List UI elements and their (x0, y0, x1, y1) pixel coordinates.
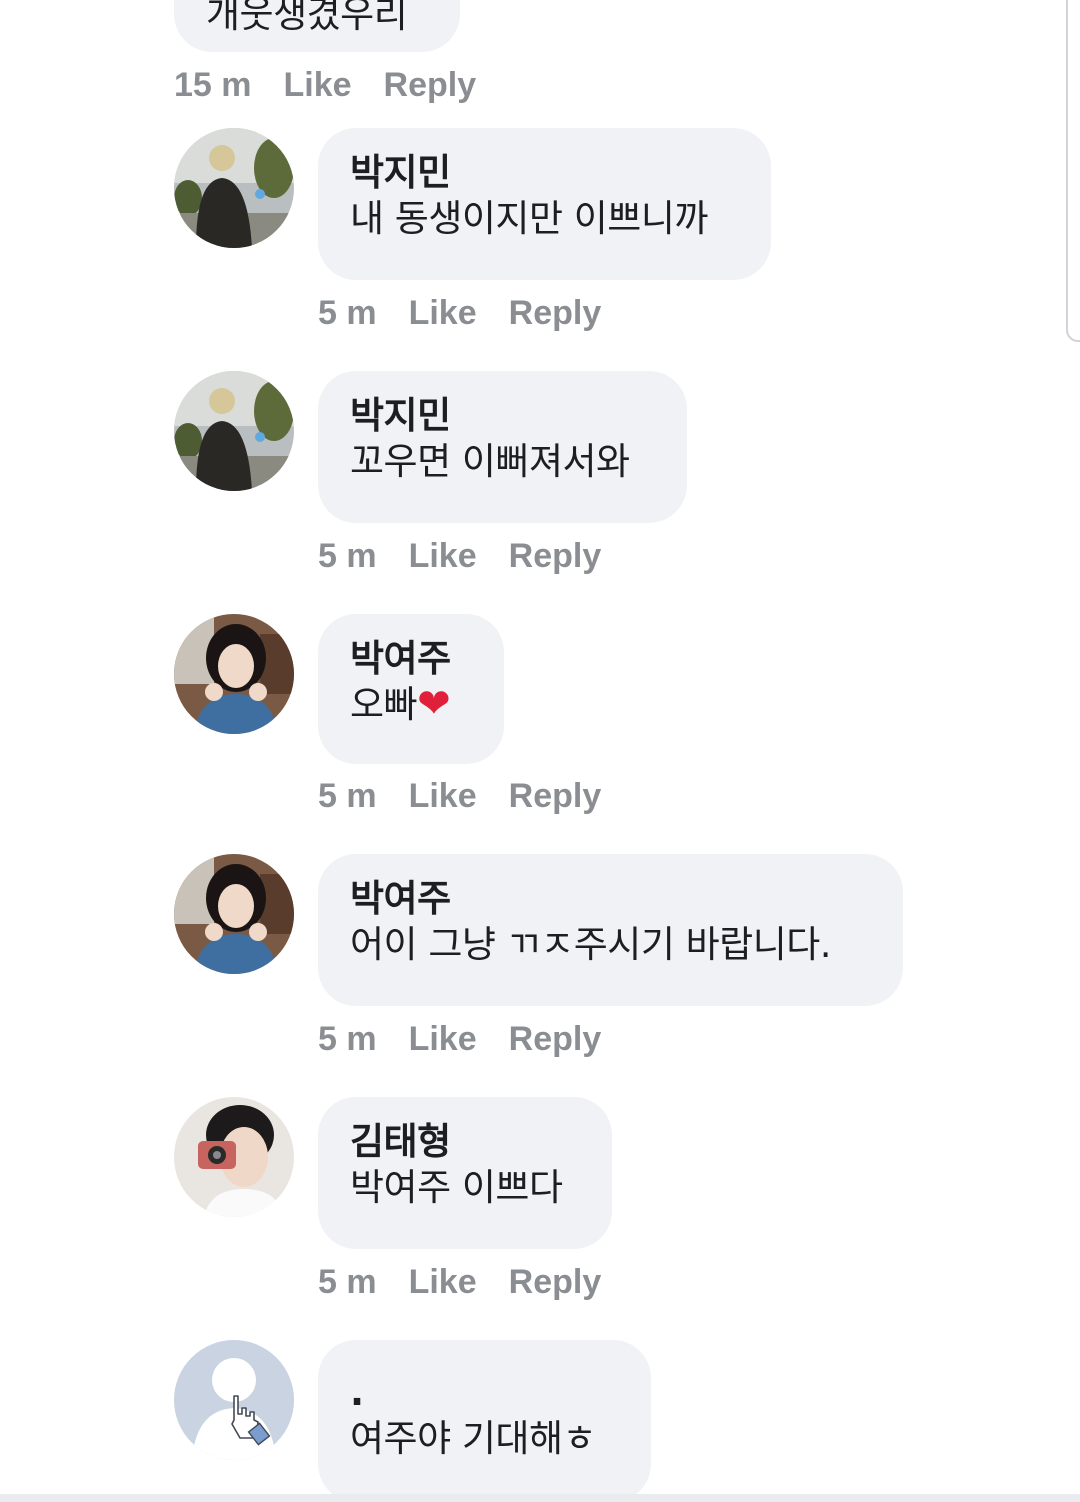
comment-bubble-top: 개웃생겼우리 (174, 0, 460, 52)
comment-time: 5 m (318, 777, 377, 815)
reply-link[interactable]: Reply (509, 777, 602, 816)
like-link[interactable]: Like (409, 537, 477, 576)
comment-bubble: 박지민 꼬우면 이뻐져서와 (318, 371, 687, 523)
comment-bubble: 박지민 내 동생이지만 이쁘니까 (318, 128, 771, 280)
heart-emoji-icon: ❤ (417, 681, 451, 727)
comment-actions: 5 m Like Reply (318, 1020, 601, 1059)
taehyung-avatar[interactable] (174, 1097, 294, 1217)
comment-bubble: 김태형 박여주 이쁘다 (318, 1097, 612, 1249)
like-link[interactable]: Like (409, 1020, 477, 1059)
bottom-divider (0, 1494, 1080, 1502)
commenter-name[interactable]: 박지민 (350, 393, 655, 439)
reply-link[interactable]: Reply (509, 1263, 602, 1302)
comment-text: 개웃생겼우리 (206, 0, 408, 36)
comment-actions-top: 15 m Like Reply (174, 66, 476, 105)
comment-actions: 5 m Like Reply (318, 294, 601, 333)
comment-actions: 5 m Like Reply (318, 1263, 601, 1302)
commenter-name[interactable]: 김태형 (350, 1119, 580, 1165)
comment-text: 박여주 이쁘다 (350, 1166, 563, 1209)
comment-text: 꼬우면 이뻐져서와 (350, 440, 630, 483)
comment-actions: 5 m Like Reply (318, 537, 601, 576)
comment-thread: 개웃생겼우리 15 m Like Reply 박지민 내 동생이지만 이쁘니까 … (0, 0, 1080, 1502)
reply-link[interactable]: Reply (509, 1020, 602, 1059)
commenter-name[interactable]: 박여주 (350, 636, 472, 682)
like-link[interactable]: Like (284, 66, 352, 105)
comment-text: 어이 그냥 ㄲㅈ주시기 바랍니다. (350, 923, 832, 966)
yeoju-avatar[interactable] (174, 854, 294, 974)
comment-text: 오빠❤ (350, 682, 472, 728)
reply-link[interactable]: Reply (509, 294, 602, 333)
comment-time: 5 m (318, 1020, 377, 1058)
comment-bubble: . 여주야 기대해ㅎ (318, 1340, 651, 1502)
commenter-name[interactable]: 박여주 (350, 876, 871, 922)
comment-actions: 5 m Like Reply (318, 777, 601, 816)
comment-time: 5 m (318, 294, 377, 332)
like-link[interactable]: Like (409, 1263, 477, 1302)
comment-time: 5 m (318, 537, 377, 575)
comment-bubble: 박여주 오빠❤ (318, 614, 504, 764)
panel-edge (1066, 0, 1080, 342)
commenter-name[interactable]: . (350, 1370, 619, 1416)
jimin-avatar[interactable] (174, 371, 294, 491)
like-link[interactable]: Like (409, 777, 477, 816)
comment-text-body: 오빠 (350, 683, 418, 726)
jimin-avatar[interactable] (174, 128, 294, 248)
yeoju-avatar[interactable] (174, 614, 294, 734)
like-link[interactable]: Like (409, 294, 477, 333)
default-user-avatar[interactable] (174, 1340, 294, 1460)
comment-time: 15 m (174, 66, 252, 104)
reply-link[interactable]: Reply (509, 537, 602, 576)
comment-text: 내 동생이지만 이쁘니까 (350, 197, 708, 240)
reply-link[interactable]: Reply (384, 66, 477, 105)
commenter-name[interactable]: 박지민 (350, 150, 739, 196)
comment-time: 5 m (318, 1263, 377, 1301)
comment-bubble: 박여주 어이 그냥 ㄲㅈ주시기 바랍니다. (318, 854, 903, 1006)
comment-text: 여주야 기대해ㅎ (350, 1417, 597, 1460)
